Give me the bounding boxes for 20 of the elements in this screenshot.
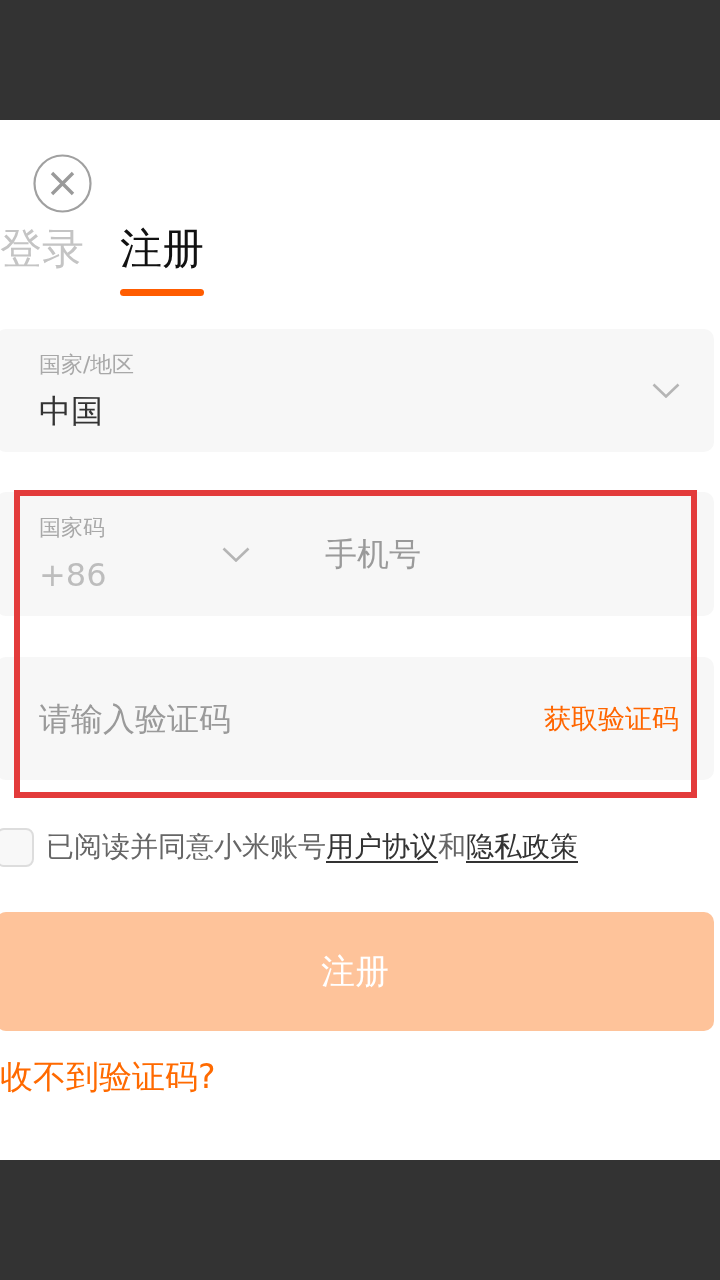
get-code-button[interactable]: 获取验证码 bbox=[544, 701, 679, 736]
tab[interactable]: 注册 bbox=[120, 225, 204, 296]
region-value: 中国 bbox=[39, 391, 103, 430]
chevron-down-icon bbox=[222, 546, 250, 562]
agreement-link[interactable]: 隐私政策 bbox=[466, 830, 578, 863]
agreement-checkbox[interactable] bbox=[0, 827, 34, 867]
region-select[interactable]: 国家/地区 中国 bbox=[0, 329, 714, 452]
country-code-select[interactable]: 国家码 +86 bbox=[39, 514, 250, 594]
code-input[interactable]: 请输入验证码 bbox=[39, 696, 544, 741]
help-link[interactable]: 收不到验证码? bbox=[0, 1057, 216, 1097]
field-label: 国家/地区 bbox=[39, 351, 135, 378]
country-code-value: +86 bbox=[39, 555, 107, 594]
agreement-text: 已阅读并同意小米账号用户协议和隐私政策 bbox=[46, 830, 578, 864]
phone-input[interactable]: 手机号 bbox=[325, 532, 680, 576]
agreement-link[interactable]: 用户协议 bbox=[326, 830, 438, 863]
close-icon[interactable] bbox=[33, 154, 92, 213]
field-label: 国家码 bbox=[39, 514, 105, 541]
code-field[interactable]: 请输入验证码 获取验证码 bbox=[0, 657, 714, 780]
tab[interactable]: 登录 bbox=[0, 225, 84, 273]
chevron-down-icon bbox=[652, 383, 680, 398]
